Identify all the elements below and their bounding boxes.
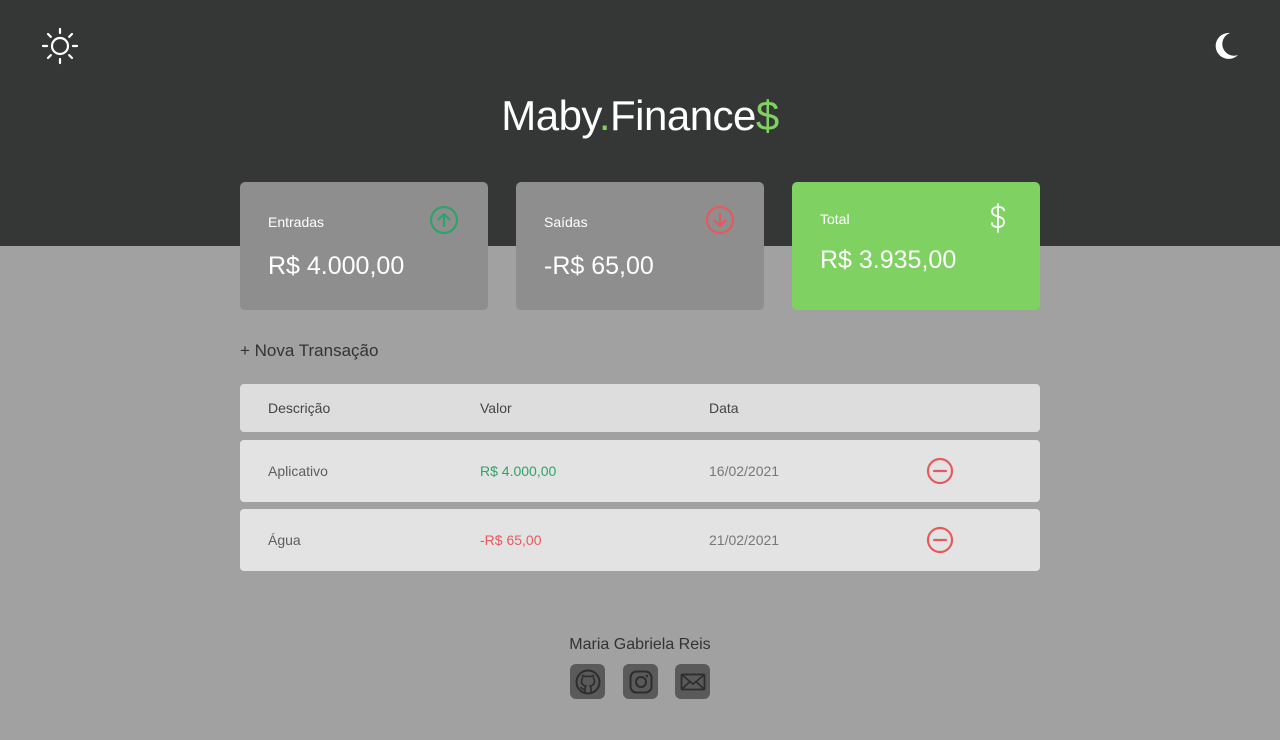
total-label: Total: [820, 211, 850, 227]
instagram-link[interactable]: [623, 664, 658, 699]
total-amount: R$ 3.935,00: [820, 246, 957, 274]
table-header: Descrição Valor Data: [240, 384, 1040, 432]
light-theme-button[interactable]: [40, 26, 80, 66]
logo-dot: .: [598, 92, 611, 139]
app-logo: Maby.Finance$: [0, 92, 1280, 140]
dollar-icon: [991, 203, 1005, 233]
income-amount: R$ 4.000,00: [268, 252, 405, 280]
github-link[interactable]: [570, 664, 605, 699]
new-transaction-button[interactable]: + Nova Transação: [240, 341, 378, 361]
income-label: Entradas: [268, 214, 325, 230]
email-link[interactable]: [675, 664, 710, 699]
remove-transaction-icon[interactable]: [926, 526, 954, 554]
row-description: Água: [268, 532, 301, 548]
dark-theme-button[interactable]: [1206, 26, 1246, 66]
table-row: Água -R$ 65,00 21/02/2021: [240, 509, 1040, 571]
mail-icon: [680, 673, 705, 690]
row-description: Aplicativo: [268, 463, 328, 479]
footer-author: Maria Gabriela Reis: [569, 636, 711, 653]
total-card: Total R$ 3.935,00: [792, 182, 1040, 310]
expense-card: Saídas -R$ 65,00: [516, 182, 764, 310]
summary-cards: Entradas R$ 4.000,00 Saídas -R$ 65,00 To…: [240, 182, 1040, 310]
github-icon: [575, 669, 600, 694]
instagram-icon: [629, 670, 652, 693]
remove-transaction-icon[interactable]: [926, 457, 954, 485]
row-date: 16/02/2021: [709, 463, 780, 479]
expense-label: Saídas: [544, 214, 588, 230]
header-date: Data: [709, 400, 739, 416]
expense-amount: -R$ 65,00: [544, 252, 654, 280]
logo-rest: Finance: [609, 92, 756, 139]
logo-dollar: $: [755, 92, 779, 139]
sun-icon: [41, 27, 79, 65]
moon-icon: [1215, 32, 1238, 59]
row-date: 21/02/2021: [709, 532, 780, 548]
income-card: Entradas R$ 4.000,00: [240, 182, 488, 310]
header-value: Valor: [480, 400, 512, 416]
row-value: -R$ 65,00: [480, 532, 542, 548]
arrow-up-circle-icon: [429, 205, 459, 235]
row-value: R$ 4.000,00: [480, 463, 557, 479]
header-description: Descrição: [268, 400, 331, 416]
arrow-down-circle-icon: [705, 205, 735, 235]
table-row: Aplicativo R$ 4.000,00 16/02/2021: [240, 440, 1040, 502]
logo-main: Maby: [501, 92, 599, 139]
